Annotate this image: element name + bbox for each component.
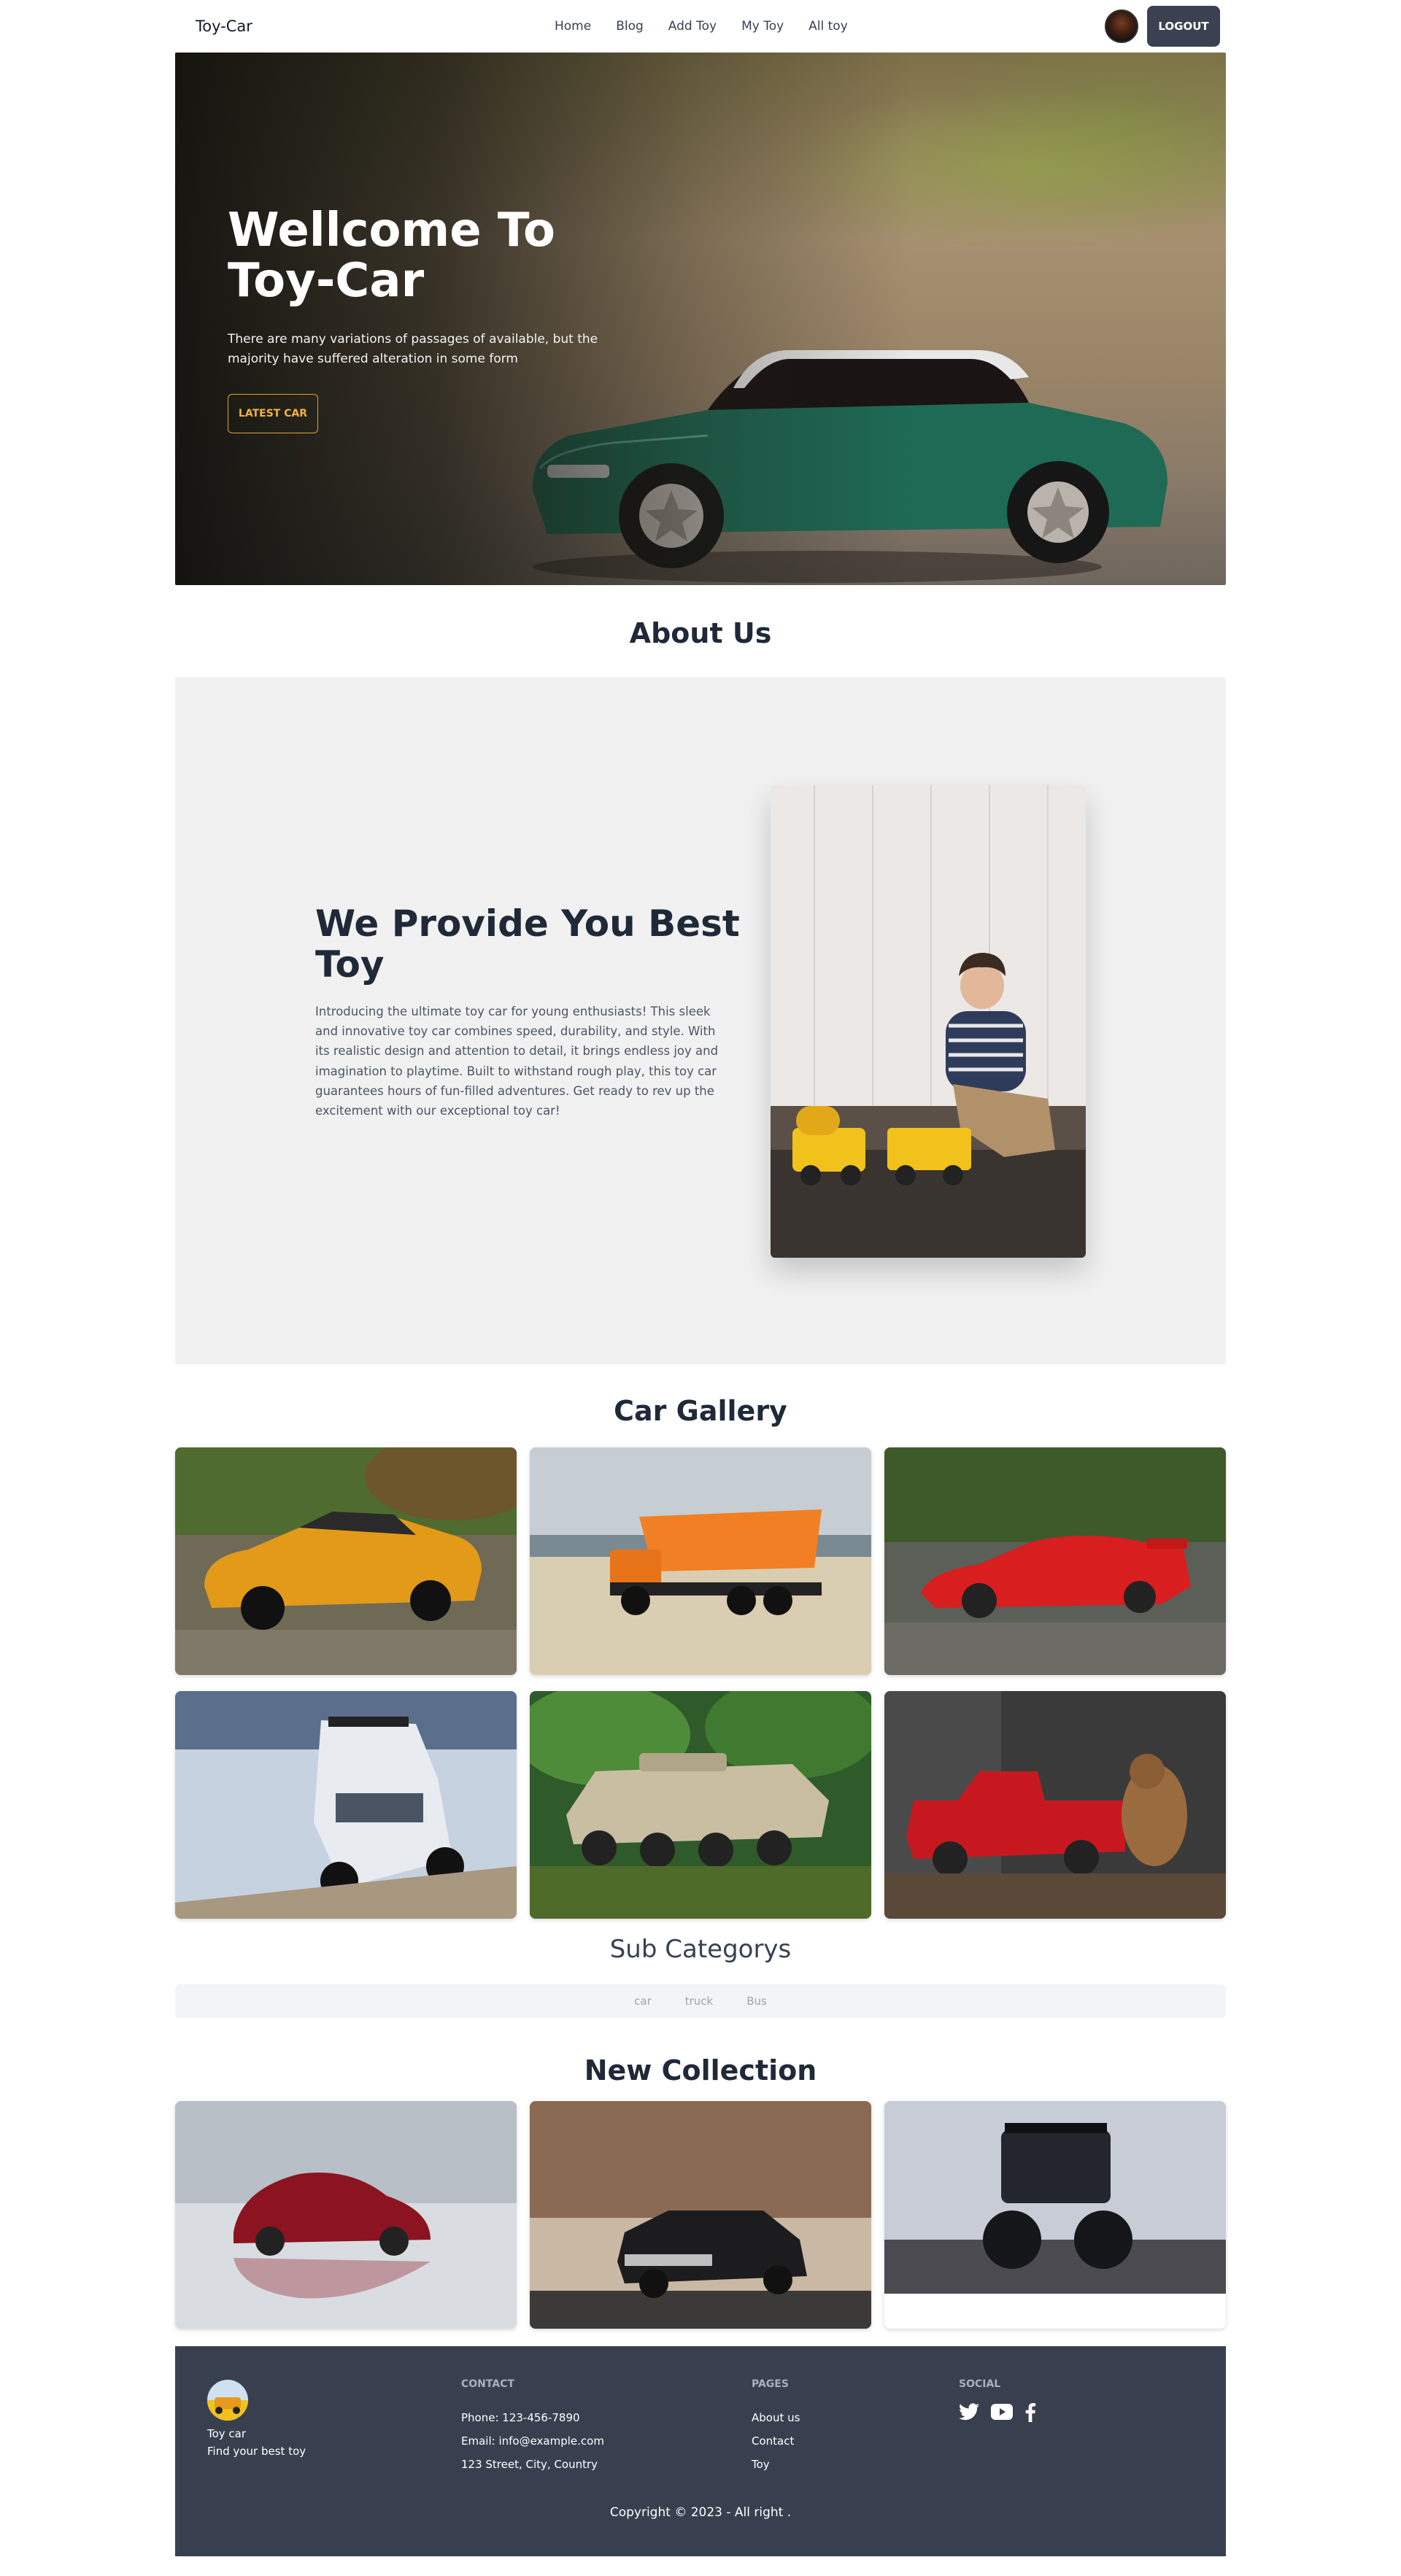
about-section: We Provide You Best Toy Introducing the … [175, 677, 1226, 1364]
nav-links: Home Blog Add Toy My Toy All toy [555, 19, 873, 34]
footer-pages-column: PAGES About us Contact Toy [752, 2378, 800, 2476]
tab-bus[interactable]: Bus [746, 1995, 767, 2008]
footer-social-title: SOCIAL [959, 2378, 1001, 2390]
gallery-image-orange-dump-truck[interactable] [530, 1447, 871, 1675]
footer: Toy car Find your best toy CONTACT Phone… [175, 2346, 1226, 2556]
user-avatar[interactable] [1105, 9, 1138, 43]
about-heading: We Provide You Best Toy [315, 902, 740, 986]
footer-copyright: Copyright © 2023 - All right . [609, 2505, 792, 2520]
nav-link-all-toy[interactable]: All toy [808, 19, 848, 34]
footer-link-contact[interactable]: Contact [752, 2429, 800, 2453]
nav-link-my-toy[interactable]: My Toy [741, 19, 784, 34]
footer-brand-tagline: Find your best toy [207, 2445, 306, 2458]
collection-image-black-jeep [884, 2101, 1226, 2294]
footer-contact-column: CONTACT Phone: 123-456-7890 Email: info@… [461, 2378, 604, 2476]
nav-link-home[interactable]: Home [555, 19, 591, 34]
tab-car[interactable]: car [634, 1995, 652, 2008]
footer-contact-title: CONTACT [461, 2378, 515, 2390]
footer-social-column: SOCIAL [959, 2378, 1036, 2422]
footer-link-about[interactable]: About us [752, 2406, 800, 2429]
collection-image-black-sedan[interactable] [530, 2101, 871, 2329]
collection-card-black-jeep[interactable] [884, 2101, 1226, 2329]
footer-logo[interactable] [207, 2380, 248, 2421]
nav-link-blog[interactable]: Blog [616, 19, 644, 34]
footer-link-toy[interactable]: Toy [752, 2453, 800, 2476]
collection-image-red-beetle[interactable] [175, 2101, 517, 2329]
tab-truck[interactable]: truck [685, 1995, 714, 2008]
brand-logo-text[interactable]: Toy-Car [196, 18, 252, 35]
gallery-image-orange-muscle-car[interactable] [175, 1447, 517, 1675]
about-section-title: About Us [629, 617, 772, 649]
footer-email: Email: info@example.com [461, 2434, 604, 2448]
facebook-icon[interactable] [1024, 2403, 1036, 2422]
footer-address: 123 Street, City, Country [461, 2458, 598, 2471]
twitter-icon[interactable] [959, 2403, 979, 2421]
navbar: Toy-Car Home Blog Add Toy My Toy All toy… [175, 0, 1226, 53]
logout-button[interactable]: LOGOUT [1147, 6, 1220, 47]
latest-car-button[interactable]: LATEST CAR [228, 394, 318, 433]
gallery-image-red-ferrari[interactable] [884, 1447, 1226, 1675]
collection-section-title: New Collection [584, 2054, 817, 2086]
hero-description: There are many variations of passages of… [228, 332, 598, 367]
youtube-icon[interactable] [991, 2403, 1013, 2421]
subcategory-tabs: car truck Bus [175, 1984, 1226, 2018]
gallery-image-armored-vehicle[interactable] [530, 1691, 871, 1919]
hero-title: Wellcome To Toy-Car [228, 204, 555, 309]
footer-brand: Toy car Find your best toy [207, 2425, 306, 2460]
hero-shade-overlay [175, 53, 1226, 585]
nav-link-add-toy[interactable]: Add Toy [668, 19, 717, 34]
subcategories-title: Sub Categorys [609, 1935, 792, 1964]
social-icons [959, 2403, 1036, 2422]
footer-phone: Phone: 123-456-7890 [461, 2411, 580, 2424]
gallery-image-white-offroad-truck[interactable] [175, 1691, 517, 1919]
hero-banner: Wellcome To Toy-Car There are many varia… [175, 53, 1226, 585]
boy-playing-trucks-image [771, 785, 1086, 1258]
footer-brand-name: Toy car [207, 2427, 247, 2440]
footer-pages-title: PAGES [752, 2378, 789, 2390]
about-description: Introducing the ultimate toy car for you… [315, 1005, 719, 1118]
gallery-section-title: Car Gallery [614, 1395, 787, 1427]
gallery-image-red-pickup-chipmunk[interactable] [884, 1691, 1226, 1919]
